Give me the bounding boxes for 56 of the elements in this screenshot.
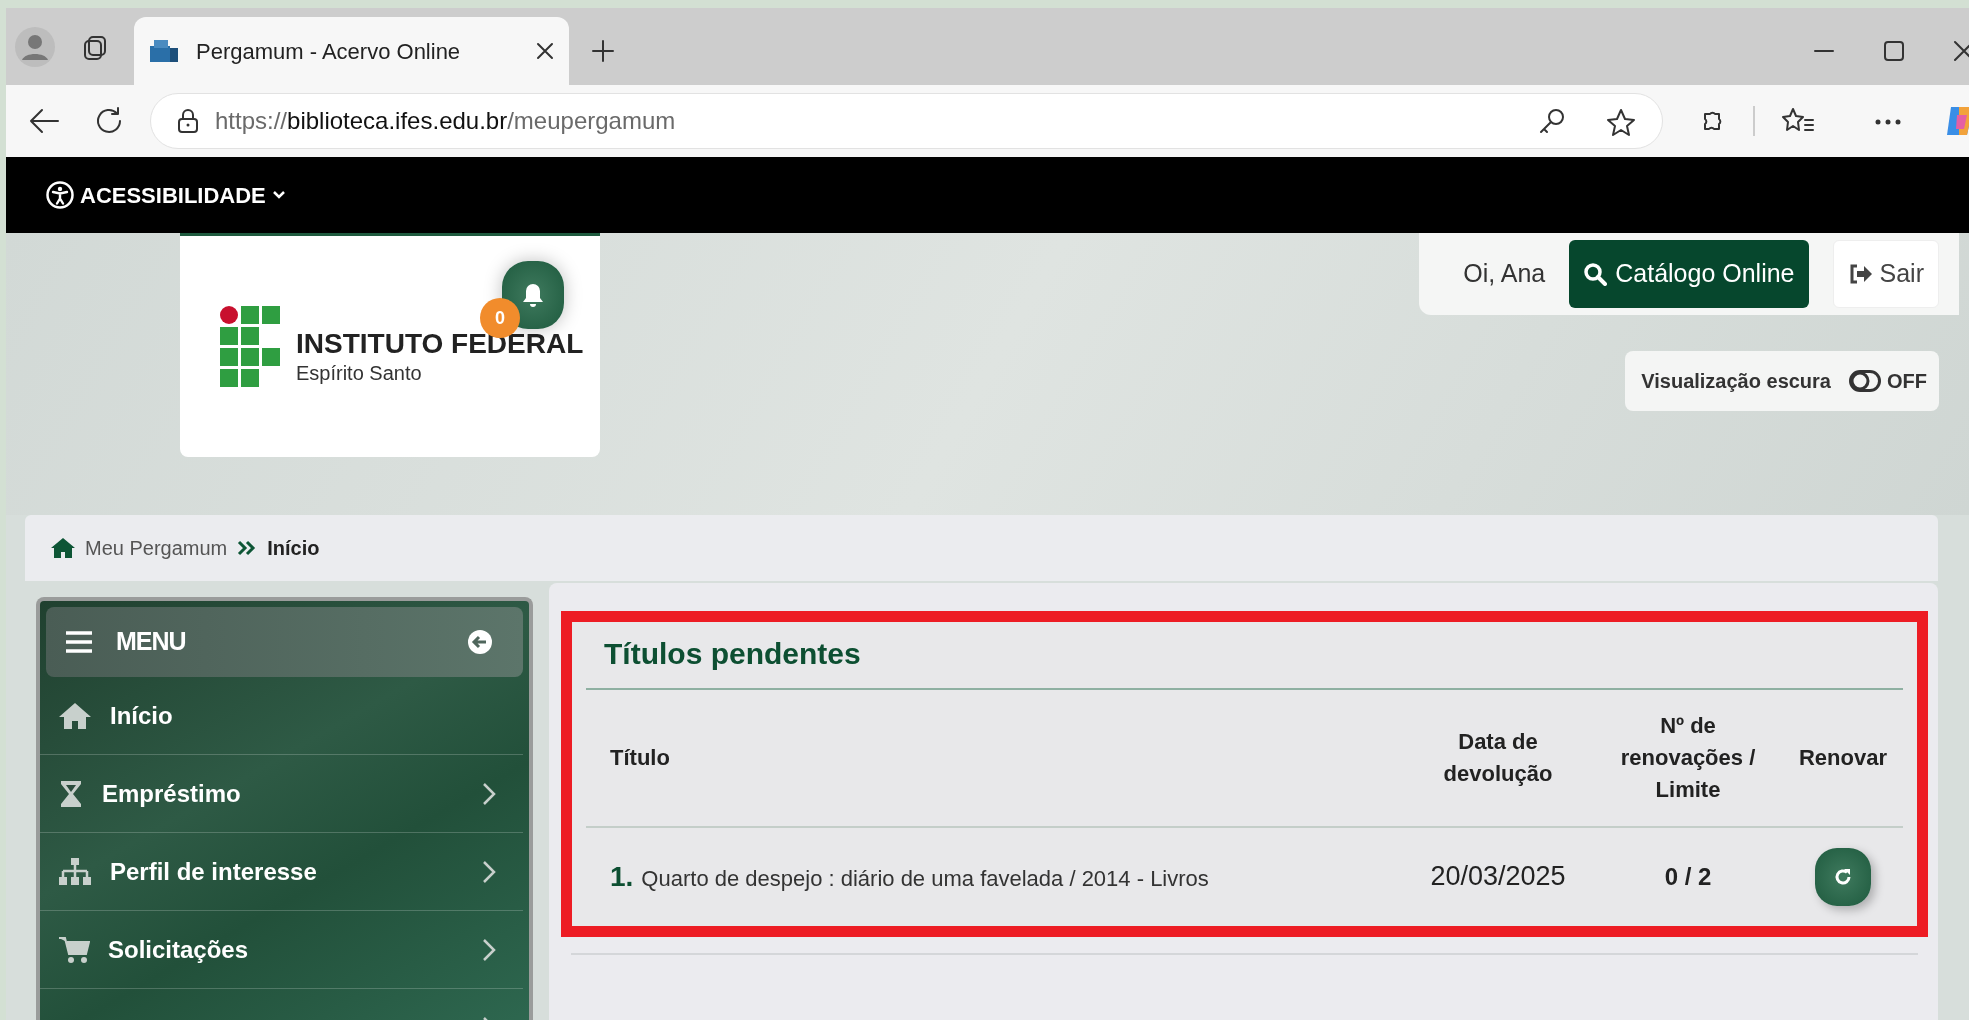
sidebar-item[interactable]: Solicitações — [40, 911, 523, 989]
site-favicon — [148, 38, 180, 64]
institute-logo-icon — [220, 305, 282, 388]
search-icon — [1583, 262, 1608, 286]
back-icon[interactable] — [28, 107, 60, 135]
section-title: Títulos pendentes — [604, 636, 862, 672]
renewals-cell: 0 / 2 — [1664, 862, 1712, 890]
greeting: Oi, Ana — [1463, 258, 1546, 290]
logout-button[interactable]: Sair — [1832, 240, 1939, 308]
sidebar-item[interactable]: Perfil de interesse — [40, 833, 523, 911]
home-icon — [51, 537, 75, 559]
chevron-down-icon — [271, 190, 286, 200]
column-header: Renovar — [1783, 689, 1903, 827]
home-icon — [58, 701, 92, 730]
star-icon[interactable] — [1606, 107, 1636, 138]
address-field[interactable]: https://biblioteca.ifes.edu.br/meupergamum — [150, 93, 1663, 149]
key-icon[interactable] — [1538, 107, 1566, 135]
refresh-icon[interactable] — [94, 106, 124, 136]
chevron-right-icon — [481, 858, 497, 885]
profile-icon[interactable] — [14, 25, 56, 68]
chevron-right-icon — [481, 780, 497, 807]
lock-icon — [177, 108, 199, 134]
column-header: Nº de renovações / Limite — [1593, 689, 1783, 827]
close-icon[interactable] — [1953, 40, 1969, 62]
close-icon[interactable] — [535, 41, 555, 61]
maximize-icon[interactable] — [1883, 40, 1905, 62]
breadcrumb-current: Início — [267, 536, 320, 561]
hourglass-icon — [58, 778, 84, 809]
double-chevron-icon — [237, 540, 258, 556]
sidebar-item[interactable]: Início — [40, 677, 523, 755]
tab-title: Pergamum - Acervo Online — [196, 37, 462, 66]
menu-title: MENU — [116, 626, 187, 658]
accessibility-icon — [46, 181, 74, 209]
title-cell-text: Quarto de despejo : diário de uma favelada / 2014 - Livros — [641, 864, 1209, 893]
renew-button[interactable] — [1815, 847, 1871, 906]
bell-icon — [521, 282, 545, 308]
chevron-right-icon — [481, 936, 497, 963]
row-number: 1. — [610, 859, 634, 894]
logo-subtitle: Espírito Santo — [296, 360, 423, 386]
url-text: https://biblioteca.ifes.edu.br/meupergamum — [215, 106, 677, 136]
accessibility-menu[interactable]: ACESSIBILIDADE — [46, 178, 286, 212]
cart-icon — [58, 934, 90, 965]
catalog-button[interactable]: Catálogo Online — [1569, 240, 1809, 308]
due-date-cell: 20/03/2025 — [1430, 861, 1566, 892]
refresh-icon — [1833, 866, 1853, 887]
sidebar-item[interactable]: Empréstimo — [40, 755, 523, 833]
menu-icon[interactable] — [64, 630, 94, 654]
new-tab-icon[interactable] — [591, 39, 615, 63]
browser-tab[interactable]: Pergamum - Acervo Online — [134, 17, 569, 85]
dark-mode-label: Visualização escura — [1641, 369, 1831, 394]
hierarchy-icon — [58, 856, 92, 887]
column-header: Data de devolução — [1403, 689, 1593, 827]
breadcrumb-link[interactable]: Meu Pergamum — [85, 533, 228, 563]
column-header: Título — [586, 689, 1403, 827]
toggle-icon — [1849, 370, 1881, 392]
dark-mode-toggle[interactable]: OFF — [1849, 366, 1927, 396]
